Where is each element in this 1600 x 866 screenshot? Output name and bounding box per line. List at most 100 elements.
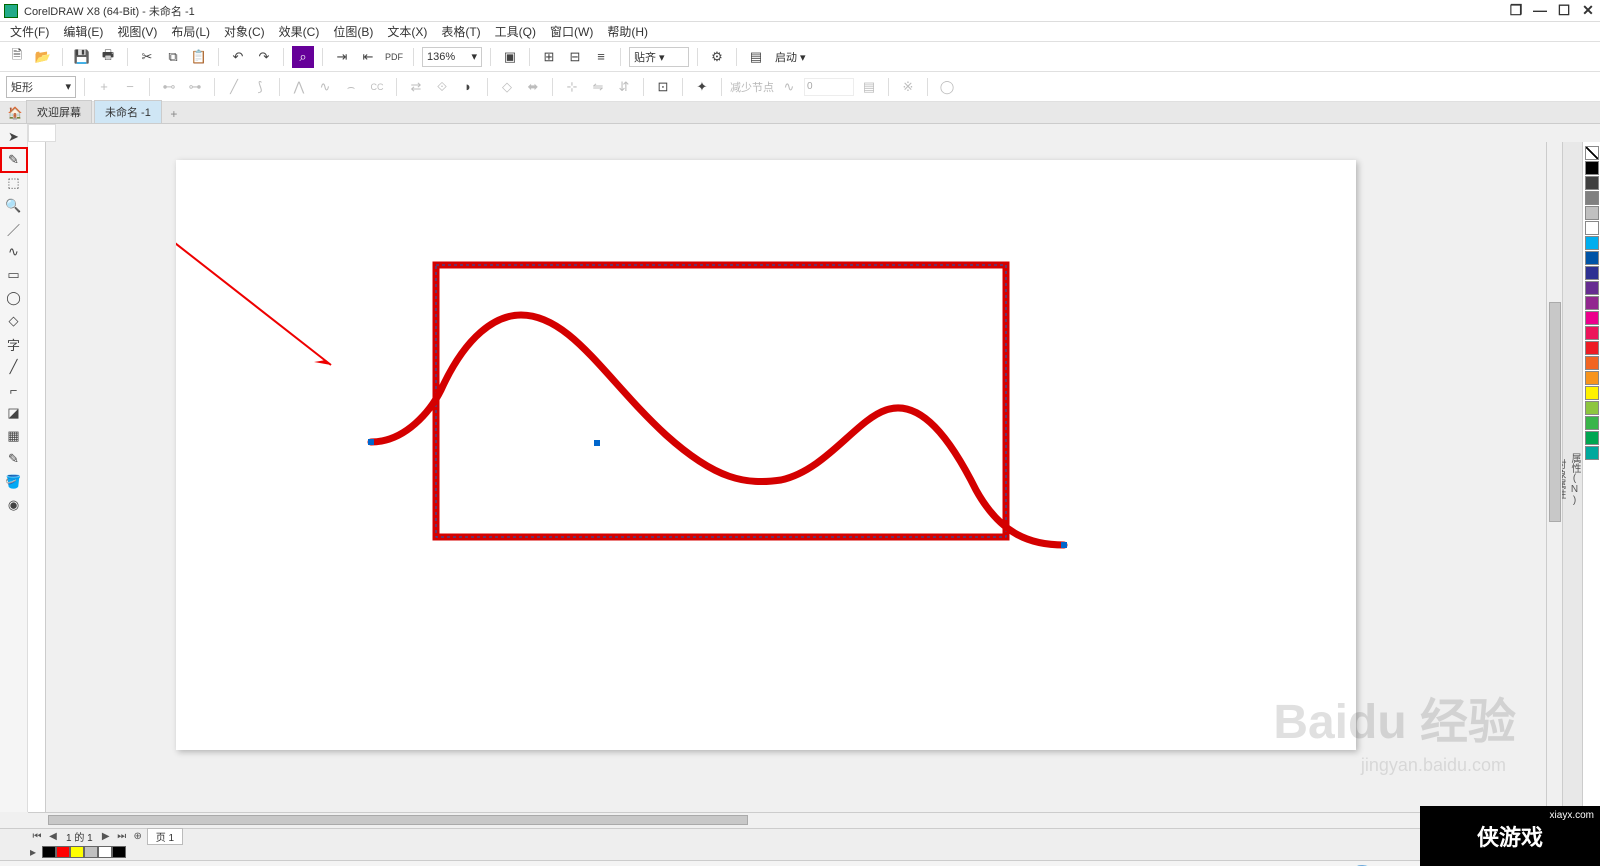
doc-palette-swatch[interactable] <box>84 846 98 858</box>
symm-icon[interactable]: ⌢ <box>340 76 362 98</box>
undo-icon[interactable]: ↶ <box>227 46 249 68</box>
palette-swatch[interactable] <box>1585 251 1599 265</box>
launch-icon[interactable]: ▤ <box>745 46 767 68</box>
doc-palette-swatch[interactable] <box>98 846 112 858</box>
palette-swatch[interactable] <box>1585 431 1599 445</box>
next-page-icon[interactable]: ▶ <box>99 831 113 842</box>
palette-swatch[interactable] <box>1585 446 1599 460</box>
smooth-icon[interactable]: ∿ <box>314 76 336 98</box>
palette-arrow-icon[interactable]: ▸ <box>30 845 36 859</box>
doc-palette-swatch[interactable] <box>56 846 70 858</box>
delete-node-icon[interactable]: − <box>119 76 141 98</box>
menu-edit[interactable]: 编辑(E) <box>57 23 109 40</box>
last-page-icon[interactable]: ⏭ <box>115 831 129 842</box>
tab-document[interactable]: 未命名 -1 <box>94 100 162 123</box>
curve-smooth-icon[interactable]: ∿ <box>778 76 800 98</box>
palette-swatch[interactable] <box>1585 386 1599 400</box>
ellipse-mode-icon[interactable]: ◯ <box>936 76 958 98</box>
fill-tool-icon[interactable]: 🪣 <box>2 471 26 493</box>
artistic-media-icon[interactable]: ∿ <box>2 241 26 263</box>
polygon-tool-icon[interactable]: ◇ <box>2 310 26 332</box>
align-nodes-icon[interactable]: ⊹ <box>561 76 583 98</box>
extend-icon[interactable]: ⟐ <box>431 76 453 98</box>
cut-icon[interactable]: ✂ <box>136 46 158 68</box>
pick-tool-icon[interactable]: ➤ <box>2 126 26 148</box>
import-icon[interactable]: ⇥ <box>331 46 353 68</box>
redo-icon[interactable]: ↷ <box>253 46 275 68</box>
parallel-dim-icon[interactable]: ╱ <box>2 356 26 378</box>
zoom-tool-icon[interactable]: 🔍 <box>2 195 26 217</box>
drawing-page[interactable] <box>176 160 1356 750</box>
close-curve-icon[interactable]: ◇ <box>496 76 518 98</box>
restore-sub-icon[interactable]: ❐ <box>1508 2 1524 19</box>
palette-swatch[interactable] <box>1585 161 1599 175</box>
palette-swatch[interactable] <box>1585 326 1599 340</box>
palette-swatch[interactable] <box>1585 176 1599 190</box>
add-page-icon[interactable]: ⊕ <box>131 831 145 842</box>
copy-icon[interactable]: ⧉ <box>162 46 184 68</box>
no-color-swatch[interactable] <box>1585 146 1599 160</box>
select-all-nodes-icon[interactable]: ⊡ <box>652 76 674 98</box>
add-node-icon[interactable]: + <box>93 76 115 98</box>
crop-tool-icon[interactable]: ⬚ <box>2 172 26 194</box>
menu-file[interactable]: 文件(F) <box>4 23 55 40</box>
doc-palette-swatch[interactable] <box>42 846 56 858</box>
palette-swatch[interactable] <box>1585 311 1599 325</box>
menu-table[interactable]: 表格(T) <box>435 23 486 40</box>
search-icon[interactable]: ⌕ <box>292 46 314 68</box>
ellipse-tool-icon[interactable]: ◯ <box>2 287 26 309</box>
palette-swatch[interactable] <box>1585 221 1599 235</box>
fullscreen-icon[interactable]: ▣ <box>499 46 521 68</box>
prev-page-icon[interactable]: ◀ <box>46 831 60 842</box>
launch-dropdown[interactable]: 启动 ▾ <box>771 47 810 67</box>
menu-window[interactable]: 窗口(W) <box>544 23 599 40</box>
palette-swatch[interactable] <box>1585 371 1599 385</box>
pdf-icon[interactable]: PDF <box>383 46 405 68</box>
tab-welcome[interactable]: 欢迎屏幕 <box>26 100 92 123</box>
docker-properties[interactable]: 属性(N) <box>1567 453 1582 506</box>
reverse-icon[interactable]: ⇄ <box>405 76 427 98</box>
shape-tool-icon[interactable]: ✎ <box>2 149 26 171</box>
print-icon[interactable]: 🖶 <box>97 46 119 68</box>
palette-swatch[interactable] <box>1585 266 1599 280</box>
text-tool-icon[interactable]: 字 <box>2 333 26 355</box>
join-nodes-icon[interactable]: ⊷ <box>158 76 180 98</box>
vertical-ruler[interactable] <box>28 142 46 812</box>
menu-object[interactable]: 对象(C) <box>218 23 271 40</box>
minimize-icon[interactable]: — <box>1532 2 1548 19</box>
menu-tools[interactable]: 工具(Q) <box>489 23 542 40</box>
menu-help[interactable]: 帮助(H) <box>601 23 654 40</box>
stretch-icon[interactable]: ⬌ <box>522 76 544 98</box>
palette-swatch[interactable] <box>1585 281 1599 295</box>
vertical-scrollbar[interactable] <box>1546 142 1562 812</box>
align-icon[interactable]: ≡ <box>590 46 612 68</box>
guides-icon[interactable]: ⊟ <box>564 46 586 68</box>
first-page-icon[interactable]: ⏮ <box>30 831 44 842</box>
transparency-icon[interactable]: ▦ <box>2 425 26 447</box>
elastic-icon[interactable]: CC <box>366 76 388 98</box>
close-icon[interactable]: ✕ <box>1580 2 1596 19</box>
zoom-level[interactable]: 136%▾ <box>422 47 482 67</box>
palette-swatch[interactable] <box>1585 416 1599 430</box>
new-icon[interactable]: 🗎 <box>6 46 28 68</box>
palette-swatch[interactable] <box>1585 296 1599 310</box>
doc-palette-swatch[interactable] <box>112 846 126 858</box>
palette-swatch[interactable] <box>1585 356 1599 370</box>
doc-palette-swatch[interactable] <box>70 846 84 858</box>
palette-swatch[interactable] <box>1585 341 1599 355</box>
palette-swatch[interactable] <box>1585 206 1599 220</box>
palette-swatch[interactable] <box>1585 401 1599 415</box>
snap-dropdown[interactable]: 贴齐 ▾ <box>629 47 689 67</box>
save-icon[interactable]: 💾 <box>71 46 93 68</box>
paste-icon[interactable]: 📋 <box>188 46 210 68</box>
to-line-icon[interactable]: ╱ <box>223 76 245 98</box>
smooth-amount-input[interactable] <box>804 78 854 96</box>
cusp-icon[interactable]: ⋀ <box>288 76 310 98</box>
open-icon[interactable]: 📂 <box>32 46 54 68</box>
outline-tool-icon[interactable]: ◉ <box>2 494 26 516</box>
freehand-tool-icon[interactable]: ／ <box>2 218 26 240</box>
grid-icon[interactable]: ⊞ <box>538 46 560 68</box>
horizontal-scrollbar[interactable] <box>28 812 1600 828</box>
reflect-v-icon[interactable]: ⇵ <box>613 76 635 98</box>
palette-swatch[interactable] <box>1585 236 1599 250</box>
